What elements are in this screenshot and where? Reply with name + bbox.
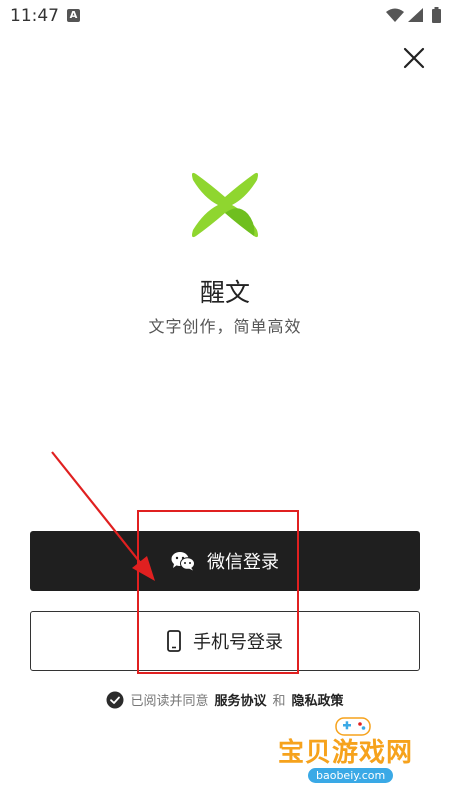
wifi-icon [386,8,404,22]
wechat-login-button[interactable]: 微信登录 [30,531,420,591]
phone-icon [167,630,181,652]
status-time: 11:47 [10,6,59,26]
agreement-row: 已阅读并同意 服务协议 和 隐私政策 [0,690,450,709]
app-tagline: 文字创作，简单高效 [148,317,302,336]
agreement-checkbox[interactable] [106,691,124,709]
watermark-url: baobeiy.com [308,768,394,783]
app-name: 醒文 [199,278,250,307]
watermark: 宝贝游戏网 baobeiy.com [268,715,450,800]
close-icon[interactable] [400,44,428,72]
signal-icon [408,8,423,22]
status-bar: 11:47 A [0,0,450,32]
watermark-text: 宝贝游戏网 [278,738,414,768]
phone-login-label: 手机号登录 [193,632,283,653]
phone-login-button[interactable]: 手机号登录 [30,611,420,671]
annotation-arrow [51,451,155,581]
battery-icon [432,7,441,23]
app-logo [192,172,258,238]
notification-icon: A [67,9,80,22]
wechat-login-label: 微信登录 [207,552,279,573]
agreement-and: 和 [272,694,286,709]
wechat-icon [171,552,195,571]
privacy-policy-link[interactable]: 隐私政策 [292,690,344,709]
service-agreement-link[interactable]: 服务协议 [214,690,266,709]
agreement-prefix: 已阅读并同意 [130,694,209,709]
